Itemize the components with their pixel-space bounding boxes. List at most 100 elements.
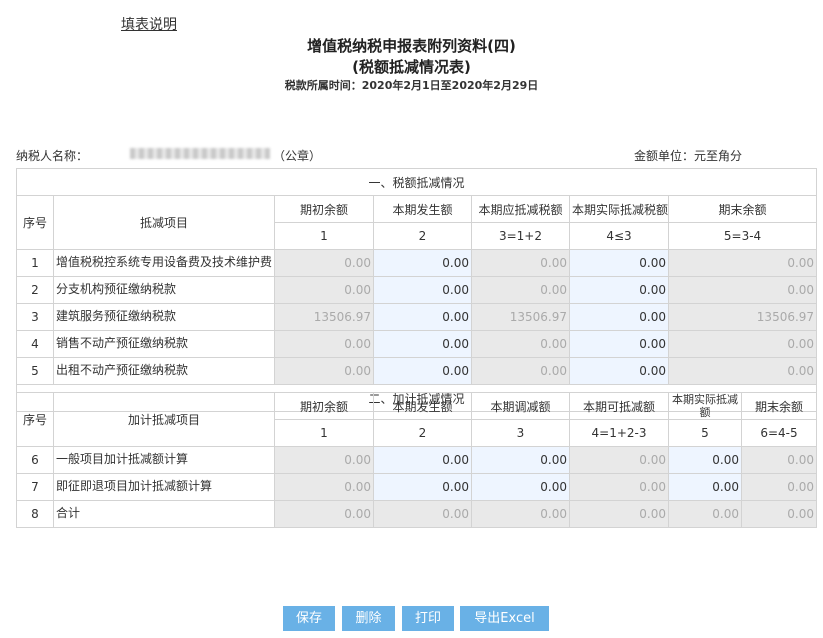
amount-readonly-cell: 0.00 [667,330,818,358]
row-item-label: 增值税税控系统专用设备费及技术维护费 [53,249,275,277]
amount-input-cell[interactable]: 0.00 [668,446,742,474]
amount-readonly-cell: 0.00 [274,500,374,528]
section2-rows: 6 一般项目加计抵减额计算 0.00 0.00 0.00 0.00 0.00 0.00 7 即征即… [16,446,817,528]
amount-readonly-cell: 0.00 [741,500,817,528]
amount-readonly-cell: 0.00 [569,446,669,474]
delete-button[interactable]: 删除 [342,606,395,631]
column-header: 期初余额 [274,195,374,223]
column-header: 本期发生额 [373,195,472,223]
column-header: 本期调减额 [471,392,570,420]
amount-readonly-cell: 0.00 [274,446,374,474]
amount-readonly-cell: 0.00 [274,357,374,385]
seq-header: 序号 [16,195,54,250]
amount-input-cell[interactable]: 0.00 [373,303,472,331]
amount-readonly-cell: 0.00 [274,330,374,358]
amount-input-cell[interactable]: 0.00 [373,357,472,385]
table-row: 5 出租不动产预征缴纳税款 0.00 0.00 0.00 0.00 0.00 [16,357,818,385]
amount-input-cell[interactable]: 0.00 [373,330,472,358]
amount-input-cell[interactable]: 0.00 [569,276,669,304]
table-row: 6 一般项目加计抵减额计算 0.00 0.00 0.00 0.00 0.00 0.00 [16,446,817,474]
table-row: 2 分支机构预征缴纳税款 0.00 0.00 0.00 0.00 0.00 [16,276,818,304]
column-formula: 4≤3 [569,222,669,250]
amount-readonly-cell: 0.00 [668,500,742,528]
amount-readonly-cell: 0.00 [274,276,374,304]
amount-input-cell[interactable]: 0.00 [569,357,669,385]
amount-input-cell[interactable]: 0.00 [569,330,669,358]
amount-input-cell[interactable]: 0.00 [569,249,669,277]
amount-readonly-cell: 0.00 [373,500,472,528]
item-header: 抵减项目 [53,195,275,250]
seal-label: （公章） [273,149,322,163]
column-header: 本期实际抵减税额 [569,195,669,223]
amount-readonly-cell: 0.00 [471,357,570,385]
taxpayer-name-redacted [130,148,270,159]
page-subtitle: (税额抵减情况表) [352,58,471,76]
help-link[interactable]: 填表说明 [121,14,177,34]
amount-input-cell[interactable]: 0.00 [668,473,742,501]
row-seq: 4 [16,330,54,358]
table-row: 4 销售不动产预征缴纳税款 0.00 0.00 0.00 0.00 0.00 [16,330,818,358]
column-formula: 3=1+2 [471,222,570,250]
column-header: 期初余额 [274,392,374,420]
amount-input-cell[interactable]: 0.00 [373,276,472,304]
row-item-label: 建筑服务预征缴纳税款 [53,303,275,331]
amount-readonly-cell: 0.00 [741,446,817,474]
amount-readonly-cell: 13506.97 [667,303,818,331]
amount-readonly-cell: 0.00 [741,473,817,501]
export-excel-button[interactable]: 导出Excel [460,606,549,631]
amount-input-cell[interactable]: 0.00 [373,473,472,501]
column-header: 本期发生额 [373,392,472,420]
column-header: 本期应抵减税额 [471,195,570,223]
amount-readonly-cell: 0.00 [667,357,818,385]
amount-readonly-cell: 0.00 [471,249,570,277]
section1-title: 一、税额抵减情况 [15,168,818,196]
column-formula: 2 [373,419,472,447]
amount-readonly-cell: 0.00 [667,276,818,304]
column-formula: 2 [373,222,472,250]
table-row: 3 建筑服务预征缴纳税款 13506.97 0.00 13506.97 0.00 13506… [16,303,818,331]
amount-input-cell[interactable]: 0.00 [373,446,472,474]
row-seq: 1 [16,249,54,277]
plus-deduction-table: 序号 加计抵减项目 期初余额 本期发生额 本期调减额 本期可抵减额 本期实际抵减… [16,392,817,528]
row-seq: 8 [16,500,54,528]
amount-input-cell[interactable]: 0.00 [373,249,472,277]
seq-header: 序号 [16,392,54,447]
amount-input-cell[interactable]: 0.00 [471,446,570,474]
column-formula: 1 [274,222,374,250]
column-header: 本期实际抵减额 [668,392,742,420]
row-item-label: 即征即退项目加计抵减额计算 [53,473,275,501]
table-row: 8 合计 0.00 0.00 0.00 0.00 0.00 0.00 [16,500,817,528]
amount-input-cell[interactable]: 0.00 [471,473,570,501]
row-item-label: 销售不动产预征缴纳税款 [53,330,275,358]
tax-credit-table: 一、税额抵减情况 序号 抵减项目 期初余额 本期发生额 本期应抵减税额 本期实际… [15,168,818,412]
amount-readonly-cell: 13506.97 [274,303,374,331]
row-seq: 6 [16,446,54,474]
amount-readonly-cell: 0.00 [274,473,374,501]
column-formula: 1 [274,419,374,447]
table-row: 1 增值税税控系统专用设备费及技术维护费 0.00 0.00 0.00 0.00 0.00 [16,249,818,277]
amount-input-cell[interactable]: 0.00 [569,303,669,331]
column-formula: 5=3-4 [667,222,818,250]
row-item-label: 分支机构预征缴纳税款 [53,276,275,304]
row-item-label: 出租不动产预征缴纳税款 [53,357,275,385]
amount-readonly-cell: 0.00 [667,249,818,277]
amount-readonly-cell: 13506.97 [471,303,570,331]
amount-readonly-cell: 0.00 [471,500,570,528]
row-seq: 7 [16,473,54,501]
row-seq: 2 [16,276,54,304]
column-header: 期末余额 [667,195,818,223]
column-header: 期末余额 [741,392,817,420]
print-button[interactable]: 打印 [402,606,454,631]
column-formula: 3 [471,419,570,447]
row-seq: 5 [16,357,54,385]
taxpayer-label: 纳税人名称： [16,149,89,163]
item-header: 加计抵减项目 [53,392,275,447]
row-item-label: 合计 [53,500,275,528]
section1-rows: 1 增值税税控系统专用设备费及技术维护费 0.00 0.00 0.00 0.00 0.00 2… [16,249,818,385]
save-button[interactable]: 保存 [283,606,335,631]
amount-readonly-cell: 0.00 [471,276,570,304]
column-formula: 4=1+2-3 [569,419,669,447]
row-item-label: 一般项目加计抵减额计算 [53,446,275,474]
amount-readonly-cell: 0.00 [569,473,669,501]
column-header: 本期可抵减额 [569,392,669,420]
